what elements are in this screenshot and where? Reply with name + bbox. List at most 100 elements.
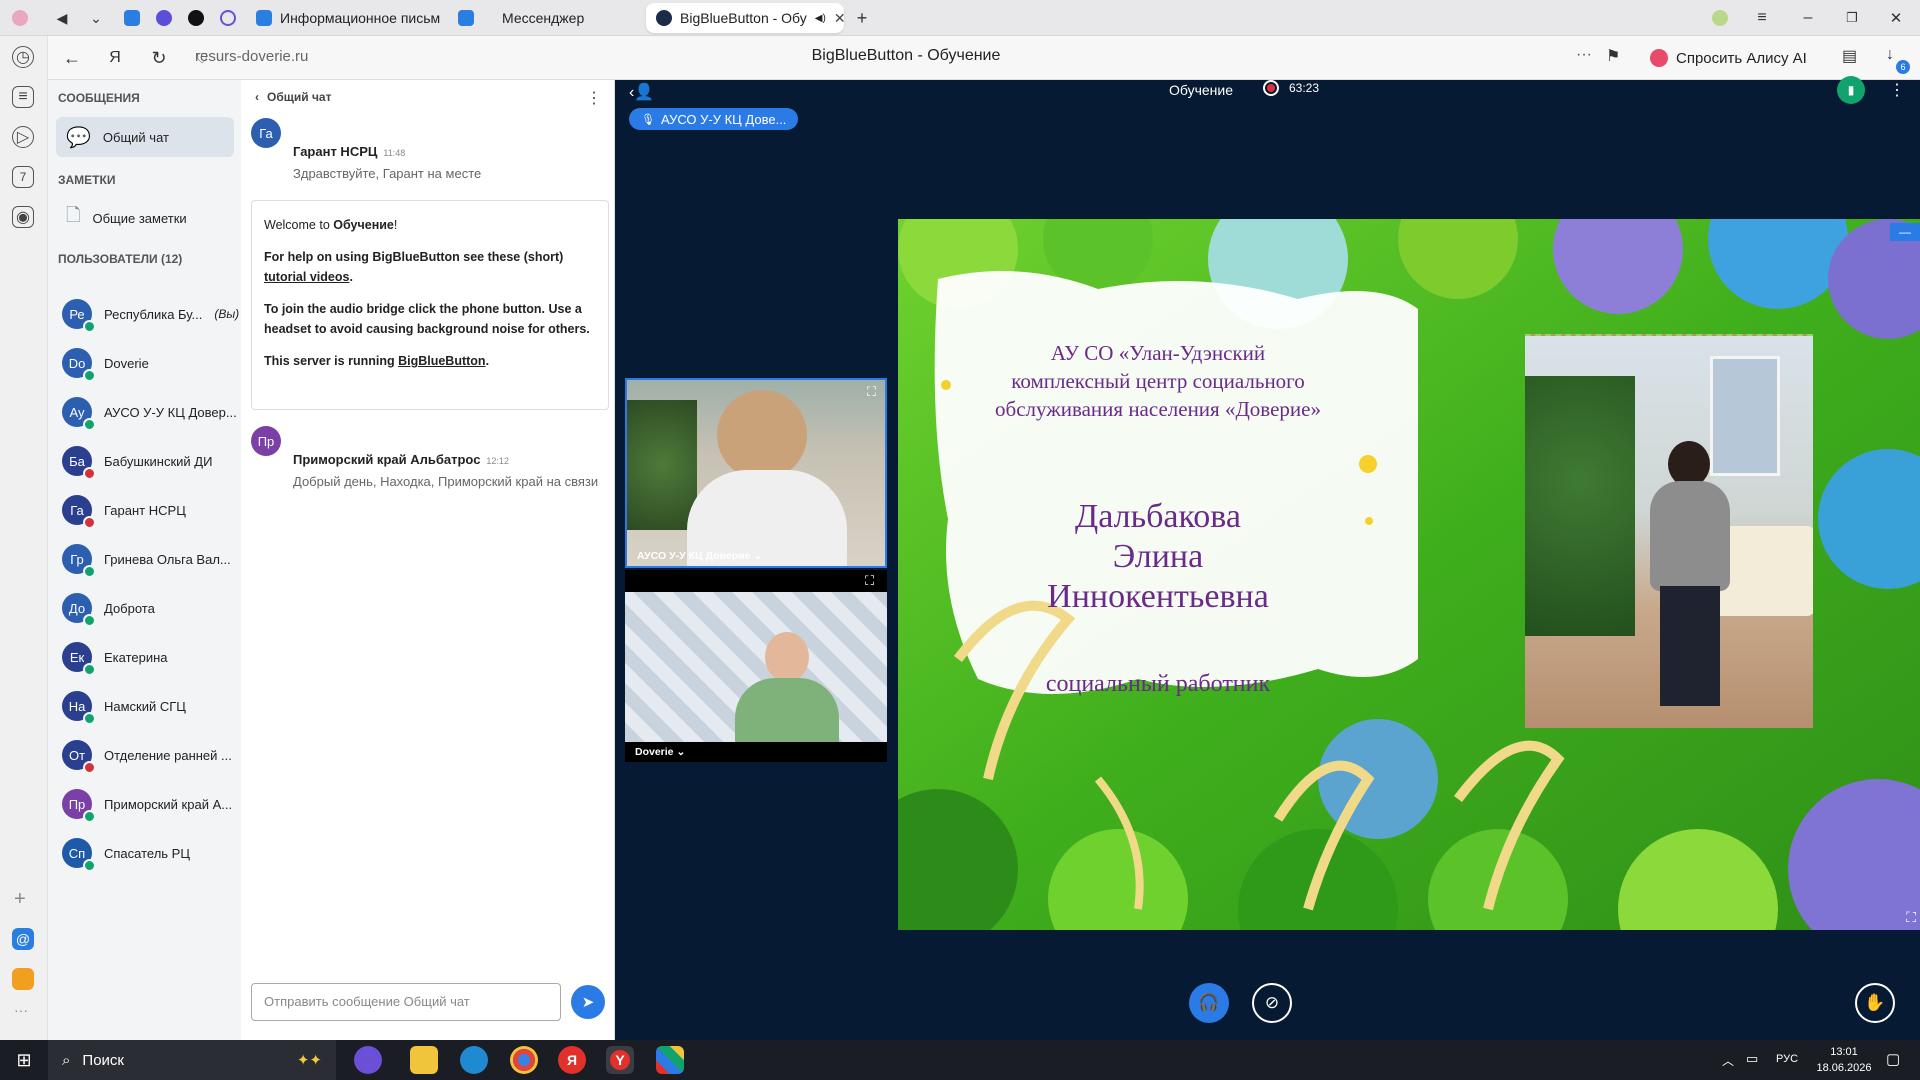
user-list-item[interactable]: От Отделение ранней ... xyxy=(62,735,242,775)
tab-info-letter[interactable]: Информационное письм xyxy=(246,3,446,33)
minimize-icon[interactable]: – xyxy=(1798,8,1818,28)
chat-message-input[interactable]: Отправить сообщение Общий чат xyxy=(251,983,561,1021)
reading-icon[interactable]: ≡ xyxy=(12,86,34,108)
more-options-icon[interactable]: ··· xyxy=(1576,46,1592,64)
pinned-tab-mail-icon[interactable] xyxy=(122,8,142,28)
pinned-tab-alice-icon[interactable] xyxy=(218,8,238,28)
mic-icon xyxy=(83,565,96,578)
user-name: Спасатель РЦ xyxy=(104,845,190,861)
user-list-item[interactable]: До Доброта xyxy=(62,588,242,628)
notifications-icon[interactable]: ▢ xyxy=(1886,1050,1900,1068)
shared-notes-item[interactable]: 🗋 Общие заметки xyxy=(56,198,234,238)
calendar-icon[interactable]: 7 xyxy=(12,166,34,188)
play-icon[interactable]: ▷ xyxy=(12,126,34,148)
app-tile-icon[interactable] xyxy=(656,1046,684,1074)
chat-bubble-icon: 💬 xyxy=(66,126,91,149)
extension-icon[interactable] xyxy=(1710,8,1730,28)
user-name: Бабушкинский ДИ xyxy=(104,453,213,469)
mic-icon xyxy=(83,418,96,431)
video-label[interactable]: АУСО У-У КЦ Доверие ⌄ xyxy=(637,550,762,562)
language-indicator[interactable]: РУС xyxy=(1776,1053,1798,1065)
close-tab-icon[interactable]: ✕ xyxy=(834,10,844,27)
chat-message: Пр Приморский край Альбатрос 12:12 Добрый… xyxy=(251,422,601,491)
user-list-item[interactable]: Do Doverie xyxy=(62,343,242,383)
mail-envelope-icon[interactable] xyxy=(12,968,34,990)
minimize-presentation-button[interactable]: — xyxy=(1890,223,1920,241)
mail-at-icon[interactable]: @ xyxy=(12,928,34,950)
avatar: Ре xyxy=(62,299,96,333)
user-name: Екатерина xyxy=(104,649,168,665)
video-label[interactable]: Doverie ⌄ xyxy=(635,746,685,758)
fullscreen-presentation-icon[interactable]: ⛶ xyxy=(1906,909,1916,926)
menu-icon[interactable]: ≡ xyxy=(1752,8,1772,28)
chevron-down-icon[interactable]: ⌄ xyxy=(86,8,106,28)
clock[interactable]: 13:01 18.06.2026 xyxy=(1814,1044,1874,1076)
raise-hand-button[interactable]: ✋ xyxy=(1855,983,1895,1023)
avatar: Га xyxy=(251,118,281,148)
file-explorer-icon[interactable] xyxy=(410,1046,438,1074)
user-list-item[interactable]: На Намский СГЦ xyxy=(62,686,242,726)
meeting-options-icon[interactable]: ⋮ xyxy=(1889,80,1905,100)
taskbar-search[interactable]: ⌕ Поиск ✦✦ xyxy=(48,1040,336,1080)
fullscreen-icon[interactable]: ⛶ xyxy=(867,384,876,400)
person-body-shape xyxy=(735,678,839,742)
tab-bigbluebutton[interactable]: BigBlueButton - Обу ◀) ✕ xyxy=(646,3,844,33)
mic-icon xyxy=(83,614,96,627)
user-list-item[interactable]: Га Гарант НСРЦ xyxy=(62,490,242,530)
bookmark-icon[interactable]: ⚑ xyxy=(1606,46,1620,66)
public-chat-item[interactable]: 💬 Общий чат xyxy=(56,117,234,157)
send-icon: ➤ xyxy=(581,994,595,1011)
pinned-tab-messenger-icon[interactable] xyxy=(154,8,174,28)
video-tile[interactable]: ⛶ АУСО У-У КЦ Доверие ⌄ xyxy=(625,378,887,568)
user-list-item[interactable]: Ре Республика Бу... (Вы) xyxy=(62,294,242,334)
employee-position: социальный работник xyxy=(1045,671,1271,697)
pinned-tab-link-icon[interactable] xyxy=(186,8,206,28)
connection-status-icon[interactable]: ▮ xyxy=(1837,76,1865,104)
user-name: Приморский край А... xyxy=(104,796,233,812)
yandex-browser-icon[interactable]: Y xyxy=(606,1046,634,1074)
chat-options-icon[interactable]: ⋮ xyxy=(586,88,602,108)
video-off-button[interactable]: ⊘ xyxy=(1252,983,1292,1023)
user-list-item[interactable]: Пр Приморский край А... xyxy=(62,784,242,824)
user-list-item[interactable]: Сп Спасатель РЦ xyxy=(62,833,242,873)
toggle-user-list-icon[interactable]: ‹👤 xyxy=(629,82,654,102)
add-panel-icon[interactable]: + xyxy=(14,888,26,911)
edge-icon[interactable] xyxy=(460,1046,488,1074)
user-list-item[interactable]: Гр Гринева Ольга Вал... xyxy=(62,539,242,579)
fullscreen-icon[interactable]: ⛶ xyxy=(865,573,874,589)
recording-indicator[interactable]: 63:23 xyxy=(1263,80,1319,96)
user-list-item[interactable]: Ба Бабушкинский ДИ xyxy=(62,441,242,481)
tab-messenger[interactable]: Мессенджер xyxy=(448,3,638,33)
close-window-icon[interactable]: ✕ xyxy=(1886,8,1906,28)
network-icon[interactable]: ▭ xyxy=(1746,1051,1758,1067)
user-list-item[interactable]: Ек Екатерина xyxy=(62,637,242,677)
alice-app-icon[interactable] xyxy=(354,1046,382,1074)
history-icon[interactable]: ◷ xyxy=(12,46,34,68)
bigbluebutton-link[interactable]: BigBlueButton xyxy=(398,354,485,368)
yandex-app-icon[interactable]: Я xyxy=(558,1046,586,1074)
ask-alice-button[interactable]: Спросить Алису AI xyxy=(1638,42,1819,74)
tutorial-videos-link[interactable]: tutorial videos xyxy=(264,270,349,284)
video-tile[interactable]: Doverie ⌄ xyxy=(625,592,887,762)
chevron-left-icon: ‹ xyxy=(255,90,259,104)
more-icon[interactable]: ··· xyxy=(14,1002,28,1018)
collections-icon[interactable]: ▤ xyxy=(1842,46,1857,66)
employee-name: Дальбакова Элина Иннокентьевна xyxy=(1047,498,1269,615)
user-list-item[interactable]: Ау АУСО У-У КЦ Довер... xyxy=(62,392,242,432)
windows-start-icon[interactable]: ⊞ xyxy=(10,1046,38,1074)
restore-icon[interactable]: ❐ xyxy=(1842,8,1862,28)
send-button[interactable]: ➤ xyxy=(571,985,605,1019)
chrome-icon[interactable] xyxy=(510,1046,538,1074)
mute-icon[interactable]: ◀ xyxy=(52,8,72,28)
messages-heading: СООБЩЕНИЯ xyxy=(58,91,140,105)
talking-indicator[interactable]: 🎙 АУСО У-У КЦ Дове... xyxy=(629,108,799,130)
screenshot-icon[interactable]: ◉ xyxy=(12,206,34,228)
message-author: Приморский край Альбатрос xyxy=(293,452,481,467)
user-name: Республика Бу... xyxy=(104,306,203,322)
audio-headphones-button[interactable]: 🎧 xyxy=(1189,983,1229,1023)
chat-header[interactable]: ‹ Общий чат xyxy=(255,90,331,104)
downloads-icon[interactable]: ↓ xyxy=(1886,46,1894,64)
new-tab-icon[interactable]: + xyxy=(852,8,872,28)
profile-icon[interactable] xyxy=(10,8,30,28)
chevron-up-icon[interactable]: ︿ xyxy=(1722,1052,1734,1069)
